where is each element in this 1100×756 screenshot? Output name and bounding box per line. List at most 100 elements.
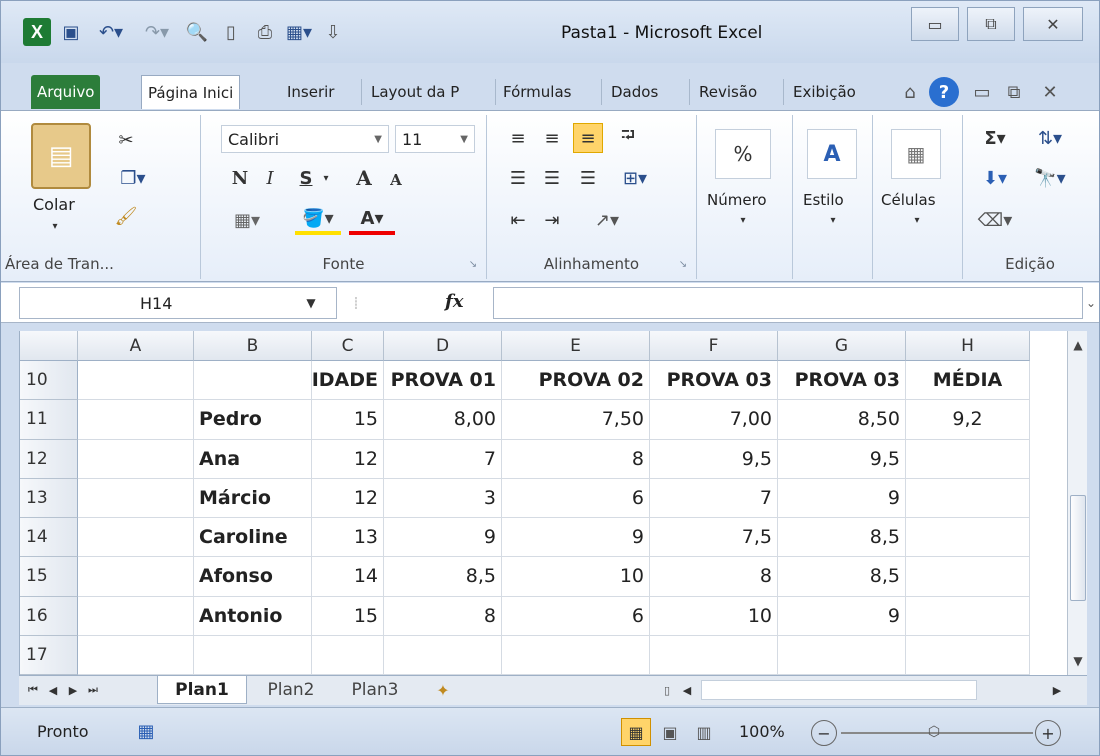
zoom-in-icon[interactable]: + [1035, 720, 1061, 746]
clear-icon[interactable]: ⌫▾ [973, 205, 1017, 235]
insert-sheet-icon[interactable]: ✦ [423, 678, 463, 702]
fill-color-icon[interactable]: 🪣▾ [295, 205, 341, 235]
increase-indent-icon[interactable]: ⇥ [537, 205, 567, 235]
tab-pagina-inicial[interactable]: Página Inici [141, 75, 241, 109]
name-box[interactable]: H14 [19, 287, 337, 319]
autosum-icon[interactable]: Σ ▾ [973, 123, 1017, 153]
font-color-icon[interactable]: A▾ [349, 205, 395, 235]
select-all-corner[interactable] [20, 331, 78, 361]
zoom-out-icon[interactable]: − [811, 720, 837, 746]
vertical-scrollbar[interactable]: ▲ ▼ [1067, 331, 1087, 675]
align-bottom-icon[interactable]: ≡ [573, 123, 603, 153]
align-center-icon[interactable]: ☰ [537, 163, 567, 193]
align-middle-icon[interactable]: ≡ [537, 123, 567, 153]
next-sheet-icon[interactable]: ▶ [63, 680, 83, 700]
format-painter-icon[interactable]: 🖌 [111, 201, 141, 231]
sheet-tab-plan1[interactable]: Plan1 [157, 676, 247, 704]
scroll-left-icon[interactable]: ◀ [679, 680, 695, 700]
cell-d16[interactable]: 8 [384, 596, 502, 636]
column-header-b[interactable]: B [194, 331, 312, 361]
cell-a12[interactable] [78, 439, 194, 479]
cell-h15[interactable] [906, 557, 1030, 597]
cell-g17[interactable] [778, 635, 906, 675]
wrap-text-icon[interactable]: ⮒ [613, 123, 643, 153]
page-break-view-icon[interactable]: ▥ [689, 718, 719, 746]
row-header-10[interactable]: 10 [20, 361, 78, 401]
table-icon[interactable]: ▦▾ [285, 18, 313, 46]
cell-h13[interactable] [906, 478, 1030, 518]
cell-g16[interactable]: 9 [778, 596, 906, 636]
dialog-launcher-icon[interactable]: ↘ [466, 257, 480, 271]
ribbon-restore-icon[interactable]: ⧉ [1001, 79, 1027, 105]
align-left-icon[interactable]: ☰ [503, 163, 533, 193]
row-header-11[interactable]: 11 [20, 400, 78, 440]
close-button[interactable]: ✕ [1023, 7, 1083, 41]
cell-e15[interactable]: 10 [502, 557, 650, 597]
tab-formulas[interactable]: Fórmulas [497, 75, 577, 109]
row-header-12[interactable]: 12 [20, 439, 78, 479]
cell-f12[interactable]: 9,5 [650, 439, 778, 479]
cell-a16[interactable] [78, 596, 194, 636]
cell-b17[interactable] [194, 635, 312, 675]
customize-qat-icon[interactable]: ⇩ [319, 18, 347, 46]
cell-b13[interactable]: Márcio [194, 478, 312, 518]
macro-record-icon[interactable]: ▦ [131, 716, 161, 746]
align-right-icon[interactable]: ☰ [573, 163, 603, 193]
grow-font-button[interactable]: A [349, 163, 379, 193]
tab-split-icon[interactable]: ▯ [659, 680, 675, 700]
style-button[interactable]: A [807, 129, 857, 179]
first-sheet-icon[interactable]: ⏮ [23, 680, 43, 700]
cell-g11[interactable]: 8,50 [778, 400, 906, 440]
zoom-level[interactable]: 100% [739, 722, 785, 741]
expand-formula-bar-icon[interactable]: ⌄ [1083, 291, 1099, 315]
merge-center-icon[interactable]: ⊞▾ [613, 163, 657, 193]
new-document-icon[interactable]: ▯ [217, 18, 245, 46]
paste-label[interactable]: Colar [33, 195, 75, 214]
cell-b12[interactable]: Ana [194, 439, 312, 479]
row-header-16[interactable]: 16 [20, 596, 78, 636]
font-size-select[interactable]: 11 ▼ [395, 125, 475, 153]
find-select-icon[interactable]: 🔭▾ [1025, 163, 1075, 193]
scroll-up-icon[interactable]: ▲ [1068, 331, 1088, 359]
cell-f15[interactable]: 8 [650, 557, 778, 597]
cell-f14[interactable]: 7,5 [650, 518, 778, 558]
cell-e17[interactable] [502, 635, 650, 675]
shrink-font-button[interactable]: A [383, 167, 409, 193]
cell-b10[interactable] [194, 361, 312, 401]
column-header-a[interactable]: A [78, 331, 194, 361]
dialog-launcher-icon[interactable]: ↘ [676, 257, 690, 271]
prev-sheet-icon[interactable]: ◀ [43, 680, 63, 700]
sheet-tab-plan3[interactable]: Plan3 [335, 676, 415, 704]
undo-icon[interactable]: ↶▾ [91, 18, 131, 46]
chevron-down-icon[interactable]: ▾ [319, 163, 333, 193]
column-header-g[interactable]: G [778, 331, 906, 361]
cell-c15[interactable]: 14 [312, 557, 384, 597]
name-box-dropdown-icon[interactable]: ▼ [301, 293, 321, 313]
cell-f10[interactable]: PROVA 03 [650, 361, 778, 401]
collapse-ribbon-icon[interactable]: ⌂ [897, 79, 923, 105]
print-preview-icon[interactable]: 🔍 [183, 18, 211, 46]
cell-b15[interactable]: Afonso [194, 557, 312, 597]
cell-g12[interactable]: 9,5 [778, 439, 906, 479]
tab-arquivo[interactable]: Arquivo [31, 75, 101, 109]
row-header-14[interactable]: 14 [20, 518, 78, 558]
chevron-down-icon[interactable]: ▾ [909, 213, 925, 227]
cell-d14[interactable]: 9 [384, 518, 502, 558]
cell-c14[interactable]: 13 [312, 518, 384, 558]
cell-e12[interactable]: 8 [502, 439, 650, 479]
cell-b16[interactable]: Antonio [194, 596, 312, 636]
align-top-icon[interactable]: ≡ [503, 123, 533, 153]
formula-input[interactable] [493, 287, 1083, 319]
cell-d11[interactable]: 8,00 [384, 400, 502, 440]
cell-c10[interactable]: IDADE [312, 361, 384, 401]
chevron-down-icon[interactable]: ▾ [825, 213, 841, 227]
zoom-slider-thumb[interactable]: ⬡ [927, 720, 941, 744]
scroll-thumb[interactable] [1070, 495, 1086, 601]
cell-f17[interactable] [650, 635, 778, 675]
chevron-down-icon[interactable]: ▾ [735, 213, 751, 227]
cell-h14[interactable] [906, 518, 1030, 558]
normal-view-icon[interactable]: ▦ [621, 718, 651, 746]
cell-f11[interactable]: 7,00 [650, 400, 778, 440]
help-icon[interactable]: ? [929, 77, 959, 107]
cell-a10[interactable] [78, 361, 194, 401]
